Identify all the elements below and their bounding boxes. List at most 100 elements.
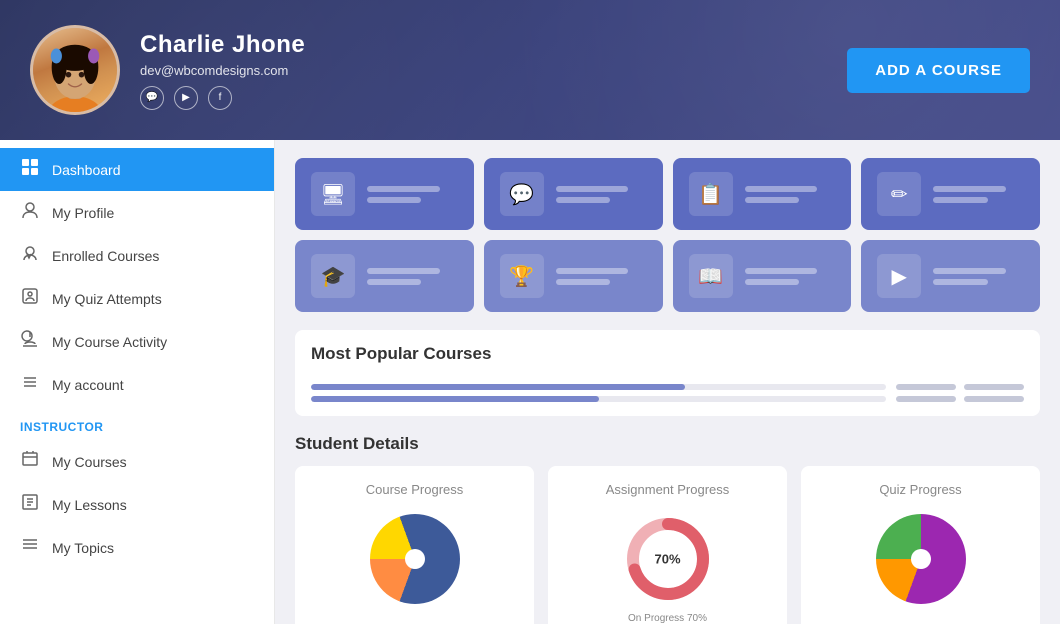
stat-line-7a (745, 268, 818, 274)
assignment-progress-chart: 70% (564, 509, 771, 609)
stat-lines-1 (367, 186, 458, 203)
stat-line-1b (367, 197, 421, 203)
mini-bar-1b (964, 384, 1024, 390)
stat-card-6: 🏆 (484, 240, 663, 312)
stat-card-7: 📖 (673, 240, 852, 312)
sidebar-item-enrolled-courses[interactable]: Enrolled Courses (0, 234, 274, 277)
sidebar-item-my-topics[interactable]: My Topics (0, 526, 274, 569)
stat-line-2a (556, 186, 629, 192)
stat-icon-4: ✏ (877, 172, 921, 216)
donut-center: 70% (654, 552, 680, 567)
stat-lines-6 (556, 268, 647, 285)
sidebar-item-courses-label: My Courses (52, 454, 127, 470)
popular-courses-header: Most Popular Courses (311, 344, 1024, 374)
stat-lines-4 (933, 186, 1024, 203)
stat-icon-3: 📋 (689, 172, 733, 216)
quiz-pie-center (911, 549, 931, 569)
stat-card-1: 🖥 (295, 158, 474, 230)
stat-lines-3 (745, 186, 836, 203)
sidebar-item-my-account[interactable]: My account (0, 363, 274, 406)
sidebar-item-account-label: My account (52, 377, 124, 393)
stat-card-5: 🎓 (295, 240, 474, 312)
student-details-title: Student Details (295, 434, 1040, 454)
course-bar-row-2 (311, 396, 1024, 402)
student-details-section: Student Details Course Progress (295, 434, 1040, 624)
course-bar-row-1 (311, 384, 1024, 390)
add-course-button[interactable]: ADD A COURSE (847, 48, 1030, 93)
donut-pct: 70% (654, 552, 680, 567)
sidebar-item-lessons-label: My Lessons (52, 497, 127, 513)
course-bars (311, 384, 1024, 402)
sidebar-item-my-lessons[interactable]: My Lessons (0, 483, 274, 526)
stat-line-2b (556, 197, 610, 203)
sidebar-item-my-courses[interactable]: My Courses (0, 440, 274, 483)
social-links: 💬 ▶ f (140, 86, 305, 110)
enrolled-icon (20, 244, 40, 267)
stat-lines-7 (745, 268, 836, 285)
sidebar: Dashboard My Profile Enrolled Courses My… (0, 140, 275, 624)
course-bar-fill-1 (311, 384, 685, 390)
charts-grid: Course Progress (295, 466, 1040, 624)
stat-line-4b (933, 197, 987, 203)
chart-card-assignment-progress: Assignment Progress 70% (548, 466, 787, 624)
stat-line-6b (556, 279, 610, 285)
topics-icon (20, 536, 40, 559)
course-bar-track-2 (311, 396, 886, 402)
sidebar-item-quiz-attempts[interactable]: My Quiz Attempts (0, 277, 274, 320)
stat-icon-5: 🎓 (311, 254, 355, 298)
user-email: dev@wbcomdesigns.com (140, 63, 305, 78)
courses-icon (20, 450, 40, 473)
stats-grid: 🖥 💬 📋 ✏ (295, 158, 1040, 312)
stat-line-6a (556, 268, 629, 274)
assignment-progress-title: Assignment Progress (564, 482, 771, 497)
user-info: Charlie Jhone dev@wbcomdesigns.com 💬 ▶ f (140, 31, 305, 110)
popular-courses-section: Most Popular Courses (295, 330, 1040, 416)
sidebar-item-enrolled-label: Enrolled Courses (52, 248, 159, 264)
dashboard-icon (20, 158, 40, 181)
course-bar-track-1 (311, 384, 886, 390)
sidebar-item-quiz-label: My Quiz Attempts (52, 291, 162, 307)
stat-card-4: ✏ (861, 158, 1040, 230)
facebook-icon[interactable]: f (208, 86, 232, 110)
stat-lines-8 (933, 268, 1024, 285)
stat-line-8a (933, 268, 1006, 274)
stat-lines-5 (367, 268, 458, 285)
stat-card-3: 📋 (673, 158, 852, 230)
avatar (30, 25, 120, 115)
header: Charlie Jhone dev@wbcomdesigns.com 💬 ▶ f… (0, 0, 1060, 140)
activity-icon (20, 330, 40, 353)
stat-card-8: ▶ (861, 240, 1040, 312)
stat-icon-1: 🖥 (311, 172, 355, 216)
quiz-icon (20, 287, 40, 310)
instructor-section-label: INSTRUCTOR (0, 406, 274, 440)
stat-icon-6: 🏆 (500, 254, 544, 298)
sidebar-item-my-profile[interactable]: My Profile (0, 191, 274, 234)
mini-bar-2b (964, 396, 1024, 402)
stat-icon-8: ▶ (877, 254, 921, 298)
stat-line-5b (367, 279, 421, 285)
main-content: 🖥 💬 📋 ✏ (275, 140, 1060, 624)
main-layout: Dashboard My Profile Enrolled Courses My… (0, 140, 1060, 624)
sidebar-item-dashboard-label: Dashboard (52, 162, 121, 178)
stat-line-1a (367, 186, 440, 192)
stat-card-2: 💬 (484, 158, 663, 230)
sidebar-item-activity-label: My Course Activity (52, 334, 167, 350)
course-bar-fill-2 (311, 396, 599, 402)
pie-center-hole (405, 549, 425, 569)
stat-line-5a (367, 268, 440, 274)
stat-line-7b (745, 279, 799, 285)
account-icon (20, 373, 40, 396)
stat-lines-2 (556, 186, 647, 203)
avatar-image (33, 28, 117, 112)
stat-icon-2: 💬 (500, 172, 544, 216)
sidebar-item-course-activity[interactable]: My Course Activity (0, 320, 274, 363)
whatsapp-icon[interactable]: 💬 (140, 86, 164, 110)
course-bar-right-2 (896, 396, 1024, 402)
stat-line-3b (745, 197, 799, 203)
sidebar-item-topics-label: My Topics (52, 540, 114, 556)
quiz-progress-title: Quiz Progress (817, 482, 1024, 497)
popular-courses-title: Most Popular Courses (311, 344, 491, 364)
youtube-icon[interactable]: ▶ (174, 86, 198, 110)
quiz-pie (876, 514, 966, 604)
sidebar-item-dashboard[interactable]: Dashboard (0, 148, 274, 191)
